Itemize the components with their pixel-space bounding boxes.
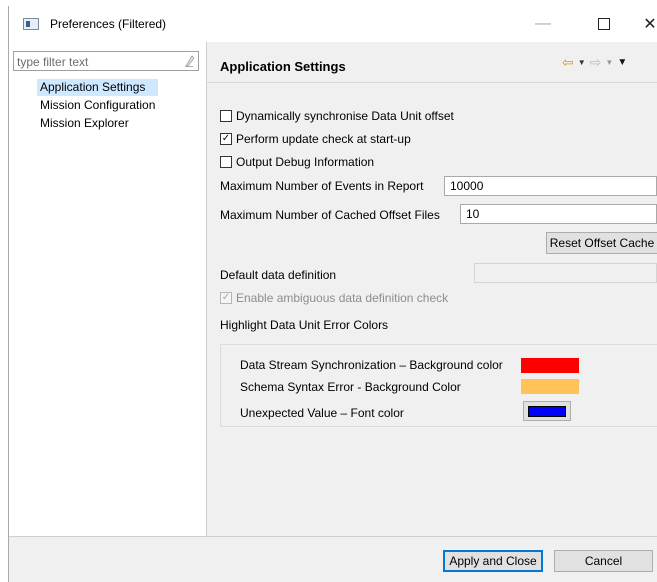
max-cached-input[interactable] — [460, 204, 657, 224]
update-check-checkbox[interactable]: ✓ — [220, 132, 232, 145]
close-button[interactable]: ✕ — [627, 6, 657, 42]
tree-item-mission-explorer[interactable]: Mission Explorer — [37, 115, 158, 132]
highlight-colors-label: Highlight Data Unit Error Colors — [220, 318, 389, 332]
ambiguous-check-checkbox: ✓ — [220, 291, 232, 304]
update-check-label: Perform update check at start-up — [236, 131, 411, 146]
sync-color-label: Data Stream Synchronization – Background… — [240, 358, 503, 372]
close-icon: ✕ — [643, 16, 657, 33]
clear-filter-icon[interactable] — [184, 55, 194, 67]
title-bar[interactable]: Preferences (Filtered) — ✕ — [9, 6, 657, 42]
page-header: Application Settings ⇦ ▼ ⇨ ▼ ▼ — [207, 42, 657, 82]
forward-dropdown-icon[interactable]: ▼ — [605, 58, 613, 67]
window-title: Preferences (Filtered) — [50, 17, 167, 31]
apply-and-close-button[interactable]: Apply and Close — [443, 550, 543, 572]
dialog-button-bar: Apply and Close Cancel — [9, 536, 657, 582]
sync-color-swatch[interactable] — [521, 358, 579, 373]
ambiguous-check-label: Enable ambiguous data definition check — [236, 290, 449, 305]
app-window-icon — [23, 18, 39, 30]
cancel-button[interactable]: Cancel — [554, 550, 653, 572]
back-arrow-icon[interactable]: ⇦ — [562, 55, 574, 69]
debug-output-label: Output Debug Information — [236, 154, 375, 169]
schema-color-label: Schema Syntax Error - Background Color — [240, 380, 461, 394]
sync-offset-label: Dynamically synchronise Data Unit offset — [236, 108, 454, 123]
ambiguous-check-option: ✓ Enable ambiguous data definition check — [220, 289, 448, 306]
sync-offset-checkbox[interactable] — [220, 109, 232, 122]
debug-output-option[interactable]: Output Debug Information — [220, 153, 374, 170]
maximize-button[interactable] — [581, 6, 627, 42]
default-definition-label: Default data definition — [220, 268, 337, 282]
preference-tree-pane: Application Settings Mission Configurati… — [9, 42, 206, 536]
unexpected-color-label: Unexpected Value – Font color — [240, 406, 404, 420]
update-check-option[interactable]: ✓ Perform update check at start-up — [220, 130, 411, 147]
dialog-client-area: Application Settings Mission Configurati… — [9, 42, 657, 582]
max-events-label: Maximum Number of Events in Report — [220, 179, 424, 193]
max-events-input[interactable] — [444, 176, 657, 196]
back-dropdown-icon[interactable]: ▼ — [578, 58, 586, 67]
forward-arrow-icon[interactable]: ⇨ — [590, 55, 602, 69]
minimize-button[interactable]: — — [520, 6, 566, 42]
preference-page: Application Settings ⇦ ▼ ⇨ ▼ ▼ Dynamical… — [207, 42, 657, 536]
filter-input[interactable] — [17, 54, 177, 69]
sync-offset-option[interactable]: Dynamically synchronise Data Unit offset — [220, 107, 454, 124]
reset-offset-cache-button[interactable]: Reset Offset Cache — [546, 232, 657, 254]
preference-tree: Application Settings Mission Configurati… — [37, 79, 159, 133]
filter-field[interactable] — [13, 51, 199, 71]
view-menu-icon[interactable]: ▼ — [617, 57, 627, 68]
default-definition-input — [474, 263, 657, 283]
tree-item-mission-configuration[interactable]: Mission Configuration — [37, 97, 158, 114]
page-title: Application Settings — [220, 59, 346, 74]
unexpected-color-swatch — [528, 405, 566, 417]
page-navigation: ⇦ ▼ ⇨ ▼ ▼ — [562, 54, 627, 70]
error-colors-group: Data Stream Synchronization – Background… — [220, 344, 657, 427]
header-divider — [207, 82, 657, 83]
max-cached-label: Maximum Number of Cached Offset Files — [220, 208, 440, 222]
minimize-icon: — — [535, 15, 551, 32]
unexpected-color-button[interactable] — [523, 401, 571, 421]
maximize-icon — [598, 18, 610, 30]
preferences-window: Preferences (Filtered) — ✕ Application S… — [0, 0, 657, 582]
tree-item-application-settings[interactable]: Application Settings — [37, 79, 159, 96]
schema-color-swatch[interactable] — [521, 379, 579, 394]
debug-output-checkbox[interactable] — [220, 155, 232, 168]
